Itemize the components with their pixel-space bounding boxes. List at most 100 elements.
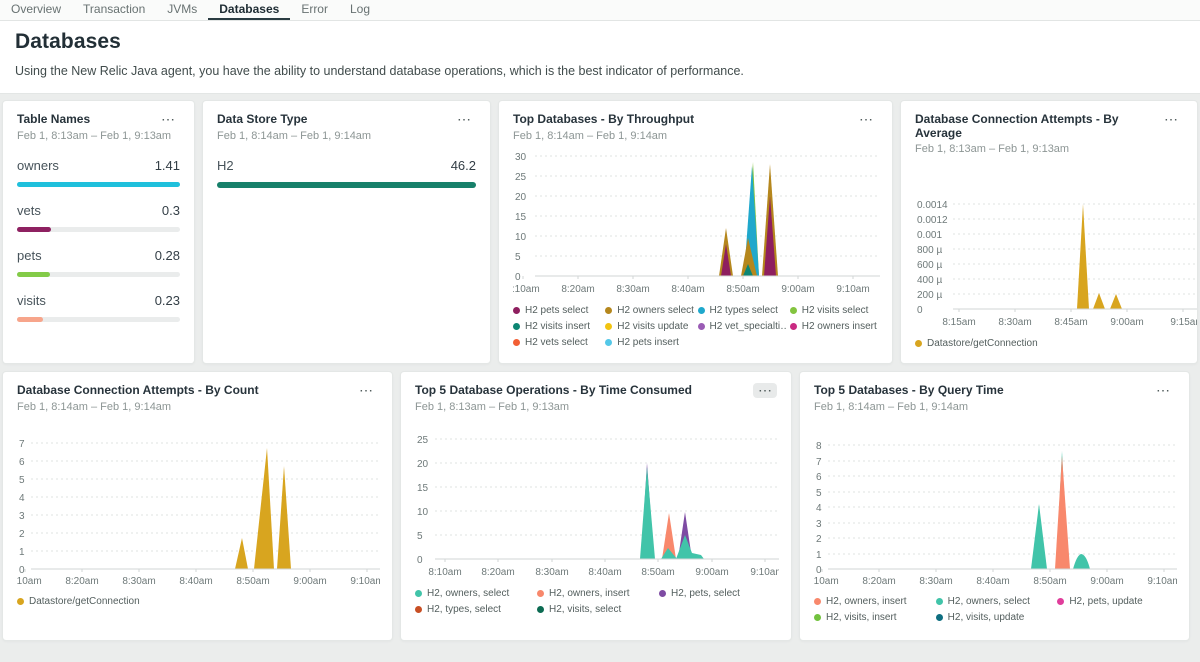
legend-item[interactable]: H2 types select [698,305,786,316]
legend-item[interactable]: H2, owners, select [936,596,1054,607]
panel-title: Database Connection Attempts - By Averag… [915,112,1159,140]
panel-menu-button[interactable]: ⋯ [1151,383,1175,398]
x-tick: 9:10am [1147,576,1177,587]
series-area-getconnection [1077,204,1089,309]
legend-label: H2 visits update [617,321,688,332]
legend-label: H2 types select [710,305,778,316]
panel-menu-button[interactable]: ⋯ [354,383,378,398]
panel-menu-button[interactable]: ⋯ [753,383,777,398]
legend-dot [605,323,612,330]
fade-overlay [4,333,193,363]
y-tick: 25 [417,435,429,446]
legend-item[interactable]: H2, owners, insert [814,596,932,607]
bar-track [217,182,476,188]
legend-item[interactable]: H2 owners select [605,305,693,316]
y-tick: 0 [816,565,822,576]
throughput-chart[interactable]: 30 25 20 15 10 5 0 [513,150,878,296]
legend-item[interactable]: H2, pets, select [659,588,777,599]
series-area-owners-insert [1055,456,1070,569]
y-tick: 4 [816,503,822,514]
bar-label: visits [17,293,46,308]
x-tick: 8:40am [588,567,621,578]
series-area-getconnection [1093,293,1105,309]
legend-item[interactable]: H2 vets select [513,337,601,348]
legend-dot [698,307,705,314]
bar-row[interactable]: H2 46.2 [217,158,476,188]
panel-title: Database Connection Attempts - By Count [17,383,259,397]
panel-menu-button[interactable]: ⋯ [854,112,878,127]
y-tick: 3 [816,519,822,530]
nav-tab-jvms[interactable]: JVMs [156,0,208,20]
panel-menu-button[interactable]: ⋯ [156,112,180,127]
legend-label: H2, owners, insert [549,588,630,599]
legend-item[interactable]: H2 visits insert [513,321,601,332]
legend-label: H2, pets, update [1069,596,1142,607]
bar-row[interactable]: visits 0.23 [17,293,180,322]
legend-dot [17,598,24,605]
nav-tab-transaction[interactable]: Transaction [72,0,156,20]
nav-tab-error[interactable]: Error [290,0,339,20]
bar-row[interactable]: pets 0.28 [17,248,180,277]
time-consumed-chart[interactable]: 25 20 15 10 5 0 [415,421,777,579]
x-tick: 8:30am [122,576,155,587]
legend-dot [790,323,797,330]
legend-dot [605,307,612,314]
panel-menu-button[interactable]: ⋯ [452,112,476,127]
bar-row[interactable]: vets 0.3 [17,203,180,232]
legend-item[interactable]: H2, owners, select [415,588,533,599]
ellipsis-icon: ⋯ [161,111,175,127]
legend-dot [415,606,422,613]
legend-item[interactable]: H2, visits, select [537,604,655,615]
y-tick: 4 [19,493,25,504]
panel-menu-button[interactable]: ⋯ [1159,112,1183,127]
legend-item[interactable]: Datastore/getConnection [17,596,378,607]
legend-label: H2 owners select [617,305,693,316]
legend-dot [936,598,943,605]
legend-dot [415,590,422,597]
query-time-chart[interactable]: 8 7 6 5 4 3 2 1 0 [814,421,1175,587]
x-tick: 9:10am [750,567,779,578]
ellipsis-icon: ⋯ [859,111,873,127]
legend-item[interactable]: H2 owners insert [790,321,878,332]
legend-item[interactable]: H2 pets select [513,305,601,316]
ellipsis-icon: ⋯ [1164,111,1178,127]
legend-item[interactable]: H2, owners, insert [537,588,655,599]
legend-item[interactable]: H2, visits, update [936,612,1054,623]
panel-data-store-type: Data Store Type ⋯ Feb 1, 8:14am – Feb 1,… [202,100,491,364]
legend-item[interactable]: H2 pets insert [605,337,693,348]
series-area-getconnection [254,448,274,569]
legend-item[interactable]: H2, pets, update [1057,596,1175,607]
x-tick: 8:50am [236,576,269,587]
connection-count-chart[interactable]: 7 6 5 4 3 2 1 0 [17,421,378,587]
legend: H2, owners, insert H2, owners, select H2… [814,596,1175,623]
legend-dot [1057,598,1064,605]
panel-title: Top 5 Databases - By Query Time [814,383,1004,397]
bar-row[interactable]: owners 1.41 [17,158,180,187]
nav-tab-databases[interactable]: Databases [208,0,290,20]
nav-tab-log[interactable]: Log [339,0,381,20]
bar-fill [17,227,51,232]
legend-label: H2, visits, insert [826,612,897,623]
legend-dot [537,590,544,597]
legend-dot [698,323,705,330]
nav-tab-overview[interactable]: Overview [0,0,72,20]
legend-item[interactable]: H2, visits, insert [814,612,932,623]
panel-top-databases-throughput: Top Databases - By Throughput ⋯ Feb 1, 8… [498,100,893,364]
legend-item[interactable]: Datastore/getConnection [915,338,1183,349]
x-tick: 9:15am [1170,317,1198,328]
x-tick: 9:10am [350,576,380,587]
legend-item[interactable]: H2 visits select [790,305,878,316]
y-tick: 7 [816,457,822,468]
legend: H2, owners, select H2, owners, insert H2… [415,588,777,615]
bar-value: 0.23 [155,293,180,308]
series-area-getconnection [1110,294,1122,309]
legend-item[interactable]: H2 visits update [605,321,693,332]
legend-item[interactable]: H2, types, select [415,604,533,615]
y-tick: 2 [816,534,822,545]
panel-title: Top 5 Database Operations - By Time Cons… [415,383,692,397]
nav-bar: Overview Transaction JVMs Databases Erro… [0,0,1200,21]
connection-average-chart[interactable]: 0.0014 0.0012 0.001 800 µ 600 µ 400 µ 20… [915,181,1183,329]
y-tick: 800 µ [917,245,942,256]
y-tick: 0 [515,272,521,283]
legend-item[interactable]: H2 vet_specialti… [698,321,786,332]
